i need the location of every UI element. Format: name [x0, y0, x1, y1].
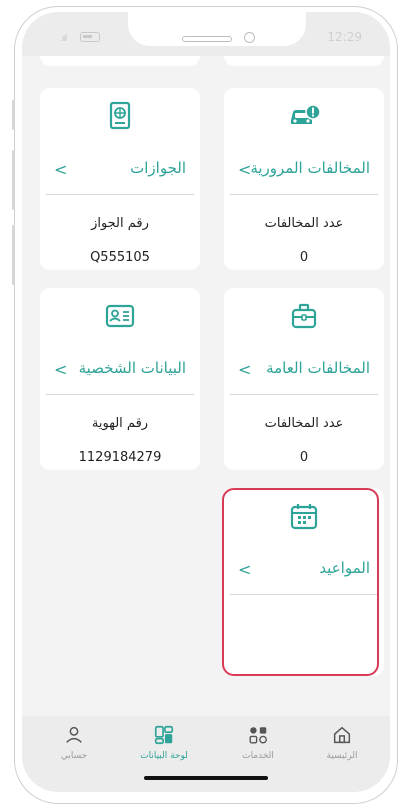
card-value: 0: [299, 450, 309, 465]
nav-label: لوحة البيانات: [140, 751, 188, 761]
nav-label: الخدمات: [242, 751, 274, 761]
card-title: المخالفات العامة: [266, 359, 370, 377]
services-icon: [249, 727, 267, 744]
status-time: 12:29: [327, 30, 362, 44]
card-title: الجوازات: [130, 159, 186, 177]
camera-icon: [244, 32, 255, 43]
home-indicator[interactable]: [144, 776, 268, 780]
card-value: 0: [299, 250, 309, 265]
card-label: رقم الهوية: [91, 416, 149, 431]
chevron-left-icon: <: [54, 360, 68, 379]
divider: [230, 194, 378, 195]
selection-highlight: [222, 488, 379, 676]
nav-services[interactable]: الخدمات: [218, 724, 298, 761]
user-icon: [66, 726, 82, 743]
id-card-icon: [105, 304, 135, 328]
nav-home[interactable]: الرئيسية: [302, 724, 382, 761]
nav-label: حسابي: [60, 751, 88, 761]
home-icon: [333, 726, 351, 744]
card-value: Q555105: [90, 250, 150, 265]
nav-label: الرئيسية: [326, 751, 358, 761]
divider: [230, 394, 378, 395]
divider: [46, 194, 194, 195]
bottom-nav: الرئيسية الخدمات لوحة البيانات حسابي: [22, 716, 390, 792]
phone-side-button: [12, 225, 15, 285]
chevron-left-icon: <: [238, 360, 252, 379]
phone-side-button: [12, 100, 15, 130]
card-title: المخالفات المرورية: [250, 159, 370, 177]
speaker-icon: [182, 36, 232, 42]
card-personal-data[interactable]: < البيانات الشخصية رقم الهوية 1129184279: [40, 288, 200, 470]
app-screen: 1 6 < المخالفات المرورية عدد المخالفات 0: [22, 12, 390, 792]
card-passports[interactable]: < الجوازات رقم الجواز Q555105: [40, 88, 200, 270]
nav-account[interactable]: حسابي: [34, 724, 114, 761]
card-label: عدد المخالفات: [264, 216, 344, 231]
divider: [46, 394, 194, 395]
dashboard-icon: [154, 725, 174, 745]
briefcase-icon: [291, 303, 317, 329]
nav-dashboard[interactable]: لوحة البيانات: [124, 724, 204, 761]
card-traffic-violations[interactable]: < المخالفات المرورية عدد المخالفات 0: [224, 88, 384, 270]
chevron-left-icon: <: [54, 160, 68, 179]
status-bar: .ııl 12:29: [22, 12, 390, 56]
passport-icon: [109, 101, 131, 130]
car-alert-icon: [291, 104, 320, 124]
card-value: 1129184279: [78, 450, 162, 465]
battery-icon: [80, 32, 100, 42]
phone-side-button: [12, 150, 15, 210]
card-label: عدد المخالفات: [264, 416, 344, 431]
signal-icon: .ııl: [60, 34, 67, 44]
card-public-violations[interactable]: < المخالفات العامة عدد المخالفات 0: [224, 288, 384, 470]
card-title: البيانات الشخصية: [78, 359, 186, 377]
card-label: رقم الجواز: [91, 216, 149, 231]
